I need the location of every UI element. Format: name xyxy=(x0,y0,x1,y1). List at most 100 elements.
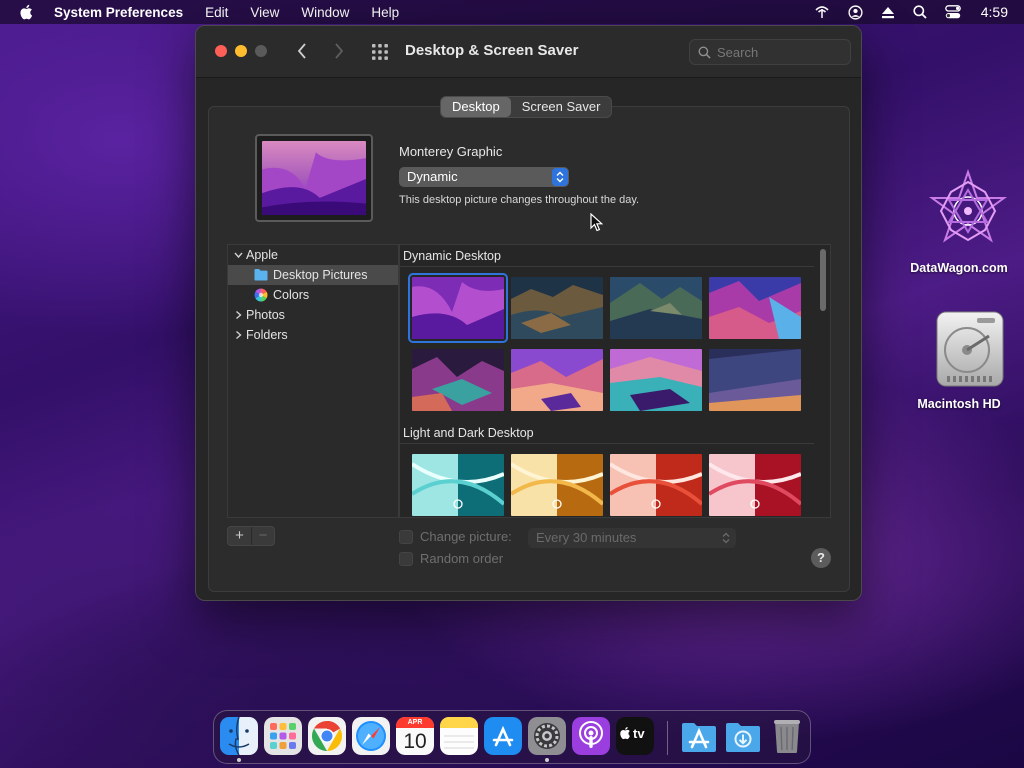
dock-podcasts[interactable] xyxy=(572,717,610,755)
wallpaper-thumbnail[interactable] xyxy=(408,273,508,343)
show-all-grid-icon[interactable] xyxy=(371,43,389,61)
dock-downloads-folder[interactable] xyxy=(724,717,762,755)
dock-calendar[interactable]: APR 10 xyxy=(396,717,434,755)
dock-chrome[interactable] xyxy=(308,717,346,755)
search-icon xyxy=(698,46,711,59)
appearance-mode-select[interactable]: Dynamic xyxy=(399,167,569,187)
wallpaper-thumbnail[interactable] xyxy=(709,349,801,411)
wallpaper-thumbnail[interactable] xyxy=(511,454,603,516)
apple-tv-label: tv xyxy=(633,726,645,741)
zoom-button[interactable] xyxy=(255,45,267,57)
running-indicator xyxy=(545,758,549,762)
dock-launchpad[interactable] xyxy=(264,717,302,755)
updown-chevron-icon xyxy=(552,168,568,186)
wallpaper-thumbnail[interactable] xyxy=(412,349,504,411)
disclosure-open-icon[interactable] xyxy=(234,245,243,265)
calendar-month: APR xyxy=(407,719,423,726)
dock-separator xyxy=(667,721,668,755)
change-picture-option[interactable]: Change picture: xyxy=(399,529,512,544)
launchpad-icon xyxy=(264,717,302,755)
group-folders[interactable]: Folders xyxy=(228,325,398,345)
menu-help[interactable]: Help xyxy=(371,5,399,20)
wallpaper-thumbnail[interactable] xyxy=(610,277,702,339)
wallpaper-thumbnail[interactable] xyxy=(610,349,702,411)
desktop-icon-datawagon[interactable]: DataWagon.com xyxy=(899,168,1019,275)
eject-icon[interactable] xyxy=(881,6,895,19)
help-button[interactable]: ? xyxy=(811,548,831,568)
dock-system-preferences[interactable] xyxy=(528,717,566,755)
mode-description: This desktop picture changes throughout … xyxy=(399,194,640,206)
menu-view[interactable]: View xyxy=(250,5,279,20)
running-indicator xyxy=(237,758,241,762)
title-bar[interactable]: Desktop & Screen Saver xyxy=(196,26,861,78)
tab-desktop[interactable]: Desktop xyxy=(441,97,511,117)
menu-bar: System Preferences Edit View Window Help… xyxy=(0,0,1024,24)
dock: APR 10 tv xyxy=(213,710,811,764)
wallpaper-thumbnail[interactable] xyxy=(511,349,603,411)
scrollbar-thumb[interactable] xyxy=(820,249,826,311)
safari-icon xyxy=(352,717,390,755)
wallpaper-name: Monterey Graphic xyxy=(399,144,503,159)
dock-notes[interactable] xyxy=(440,717,478,755)
downloads-folder-icon xyxy=(726,723,760,752)
random-order-label: Random order xyxy=(420,551,504,566)
change-picture-label: Change picture: xyxy=(420,529,512,544)
search-icon[interactable] xyxy=(913,5,927,19)
wallpaper-thumbnail[interactable] xyxy=(610,454,702,516)
chrome-icon xyxy=(308,717,346,755)
random-order-option[interactable]: Random order xyxy=(399,551,503,566)
wallpaper-thumbnail[interactable] xyxy=(709,454,801,516)
dock-app-store[interactable] xyxy=(484,717,522,755)
group-photos[interactable]: Photos xyxy=(228,305,398,325)
dock-apple-tv[interactable]: tv xyxy=(616,717,654,755)
group-label: Apple xyxy=(246,248,278,262)
menu-edit[interactable]: Edit xyxy=(205,5,228,20)
desktop-icon-macintosh-hd[interactable]: Macintosh HD xyxy=(899,310,1019,411)
random-order-checkbox[interactable] xyxy=(399,551,413,566)
menu-clock[interactable]: 4:59 xyxy=(981,4,1008,20)
change-picture-checkbox[interactable] xyxy=(399,529,413,544)
dock-finder[interactable] xyxy=(220,717,258,755)
remove-folder-button[interactable]: − xyxy=(250,527,274,545)
app-store-icon xyxy=(484,717,522,755)
group-apple[interactable]: Apple xyxy=(228,245,398,265)
search-input[interactable] xyxy=(717,44,837,60)
source-list: Apple Desktop Pictures Colors Photos Fol… xyxy=(227,244,399,518)
dock-safari[interactable] xyxy=(352,717,390,755)
wifi-icon[interactable] xyxy=(814,5,830,19)
mouse-cursor-icon xyxy=(590,213,603,232)
close-button[interactable] xyxy=(215,45,227,57)
section-header-light-dark: Light and Dark Desktop xyxy=(400,422,814,444)
menu-app-name[interactable]: System Preferences xyxy=(54,5,183,20)
dock-applications-folder[interactable] xyxy=(680,717,718,755)
desktop-icon-label: Macintosh HD xyxy=(917,397,1001,411)
updown-chevron-icon xyxy=(722,532,730,544)
control-center-icon[interactable] xyxy=(944,5,961,19)
dock-trash[interactable] xyxy=(768,717,806,755)
disclosure-closed-icon[interactable] xyxy=(234,305,243,325)
wallpaper-preview xyxy=(255,134,373,222)
notes-icon xyxy=(440,717,478,755)
menu-window[interactable]: Window xyxy=(301,5,349,20)
sidebar-item-desktop-pictures[interactable]: Desktop Pictures xyxy=(228,265,398,285)
wallpaper-thumbnail[interactable] xyxy=(511,277,603,339)
sidebar-item-colors[interactable]: Colors xyxy=(228,285,398,305)
minimize-button[interactable] xyxy=(235,45,247,57)
back-arrow-icon[interactable] xyxy=(296,42,308,60)
wallpaper-thumbnail[interactable] xyxy=(709,277,801,339)
desktop-icon-label: DataWagon.com xyxy=(910,261,1008,275)
folder-icon xyxy=(254,269,268,281)
change-interval-select[interactable]: Every 30 minutes xyxy=(528,528,736,548)
wallpaper-thumbnail[interactable] xyxy=(412,454,504,516)
search-field[interactable] xyxy=(689,39,851,65)
user-icon[interactable] xyxy=(848,4,863,20)
system-preferences-window: Desktop & Screen Saver Desktop Screen Sa… xyxy=(195,25,862,601)
applications-folder-icon xyxy=(682,723,716,752)
appearance-mode-value: Dynamic xyxy=(407,169,458,184)
forward-arrow-icon[interactable] xyxy=(333,42,345,60)
add-folder-button[interactable]: + xyxy=(228,527,251,545)
disclosure-closed-icon[interactable] xyxy=(234,325,243,345)
apple-menu-icon[interactable] xyxy=(18,3,36,21)
tab-screen-saver[interactable]: Screen Saver xyxy=(511,97,612,117)
change-interval-value: Every 30 minutes xyxy=(536,530,637,545)
